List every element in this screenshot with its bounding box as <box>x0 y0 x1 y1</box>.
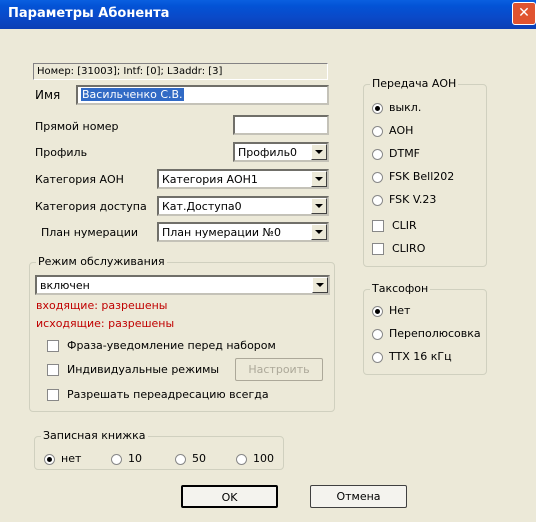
chevron-down-icon[interactable] <box>312 277 328 293</box>
radio-icon <box>372 194 383 206</box>
service-mode-select[interactable]: включен <box>35 275 330 295</box>
radio-label: Переполюсовка <box>389 327 481 340</box>
chevron-down-icon[interactable] <box>311 144 327 160</box>
notebook-radio-100[interactable]: 100 <box>236 452 274 465</box>
cancel-button[interactable]: Отмена <box>310 485 407 508</box>
direct-number-label: Прямой номер <box>35 120 119 133</box>
radio-icon <box>372 305 383 317</box>
radio-icon <box>372 125 383 137</box>
checkbox-label: CLIR <box>392 219 417 232</box>
payphone-label: Таксофон <box>370 282 431 295</box>
title-bar: Параметры Абонента ✕ <box>0 0 536 29</box>
checkbox-label: Фраза-уведомление перед набором <box>67 339 276 352</box>
checkbox-box[interactable] <box>372 243 384 255</box>
announcement-checkbox[interactable]: Фраза-уведомление перед набором <box>47 339 276 352</box>
forwarding-checkbox[interactable]: Разрешать переадресацию всегда <box>47 388 269 401</box>
payphone-radio-polarity[interactable]: Переполюсовка <box>372 327 481 340</box>
notebook-radio-none[interactable]: нет <box>44 452 81 465</box>
service-mode-label: Режим обслуживания <box>36 255 167 268</box>
profile-select[interactable]: Профиль0 <box>233 142 329 162</box>
ok-button[interactable]: OK <box>181 485 278 508</box>
outgoing-status: исходящие: разрешены <box>36 317 175 330</box>
name-label: Имя <box>35 88 61 102</box>
radio-label: Нет <box>389 304 411 317</box>
direct-number-field[interactable] <box>233 115 329 135</box>
payphone-radio-none[interactable]: Нет <box>372 304 410 317</box>
checkbox-box[interactable] <box>47 389 59 401</box>
aon-radio-dtmf[interactable]: DTMF <box>372 147 420 160</box>
numbering-plan-value: План нумерации №0 <box>162 226 281 239</box>
aon-category-label: Категория АОН <box>35 173 124 186</box>
name-field[interactable]: Васильченко С.В. <box>76 85 329 105</box>
numbering-plan-label: План нумерации <box>41 226 139 239</box>
aon-radio-fsk-bell202[interactable]: FSK Bell202 <box>372 170 454 183</box>
aon-category-select[interactable]: Категория АОН1 <box>157 169 329 189</box>
radio-label: выкл. <box>389 101 422 114</box>
radio-label: АОН <box>389 124 414 137</box>
aon-radio-fsk-v23[interactable]: FSK V.23 <box>372 193 436 206</box>
setup-button[interactable]: Настроить <box>235 358 323 381</box>
checkbox-label: Индивидуальные режимы <box>67 363 220 376</box>
name-value: Васильченко С.В. <box>81 88 184 101</box>
radio-label: 50 <box>192 452 206 465</box>
profile-value: Профиль0 <box>238 146 298 159</box>
access-category-select[interactable]: Кат.Доступа0 <box>157 196 329 216</box>
payphone-radio-ttx[interactable]: TTX 16 кГц <box>372 350 452 363</box>
window-title: Параметры Абонента <box>8 6 170 21</box>
checkbox-box[interactable] <box>47 364 59 376</box>
close-button[interactable]: ✕ <box>512 2 536 25</box>
aon-category-value: Категория АОН1 <box>162 173 258 186</box>
incoming-status: входящие: разрешены <box>36 299 168 312</box>
radio-icon <box>111 453 122 465</box>
access-category-label: Категория доступа <box>35 200 147 213</box>
service-mode-value: включен <box>40 279 90 292</box>
info-line: Номер: [31003]; Intf: [0]; L3addr: [3] <box>33 63 328 80</box>
checkbox-box[interactable] <box>47 340 59 352</box>
radio-label: 10 <box>128 452 142 465</box>
chevron-down-icon[interactable] <box>311 224 327 240</box>
numbering-plan-select[interactable]: План нумерации №0 <box>157 222 329 242</box>
notebook-radio-50[interactable]: 50 <box>175 452 206 465</box>
radio-label: TTX 16 кГц <box>389 350 452 363</box>
radio-label: 100 <box>253 452 274 465</box>
cliro-checkbox[interactable]: CLIRO <box>372 242 425 255</box>
aon-transfer-label: Передача АОН <box>370 77 459 90</box>
radio-icon <box>44 453 55 465</box>
notebook-label: Записная книжка <box>41 429 148 442</box>
radio-icon <box>175 453 186 465</box>
chevron-down-icon[interactable] <box>311 198 327 214</box>
radio-icon <box>372 351 383 363</box>
checkbox-label: Разрешать переадресацию всегда <box>67 388 269 401</box>
radio-icon <box>372 328 383 340</box>
radio-icon <box>372 102 383 114</box>
access-category-value: Кат.Доступа0 <box>162 200 242 213</box>
notebook-radio-10[interactable]: 10 <box>111 452 142 465</box>
radio-label: DTMF <box>389 147 421 160</box>
radio-icon <box>372 148 383 160</box>
radio-label: FSK Bell202 <box>389 170 455 183</box>
aon-radio-off[interactable]: выкл. <box>372 101 421 114</box>
clir-checkbox[interactable]: CLIR <box>372 219 417 232</box>
radio-icon <box>372 171 383 183</box>
checkbox-box[interactable] <box>372 220 384 232</box>
chevron-down-icon[interactable] <box>311 171 327 187</box>
radio-label: FSK V.23 <box>389 193 437 206</box>
radio-label: нет <box>61 452 82 465</box>
checkbox-label: CLIRO <box>392 242 426 255</box>
aon-radio-aon[interactable]: АОН <box>372 124 413 137</box>
radio-icon <box>236 453 247 465</box>
profile-label: Профиль <box>35 146 88 159</box>
individual-modes-checkbox[interactable]: Индивидуальные режимы <box>47 363 219 376</box>
